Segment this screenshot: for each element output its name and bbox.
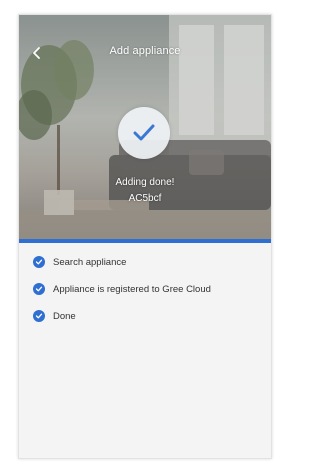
- step-label: Appliance is registered to Gree Cloud: [53, 283, 211, 295]
- device-name: AC5bcf: [128, 193, 162, 204]
- page-title: Add appliance: [109, 45, 181, 57]
- hero-banner: Add appliance Adding done! AC5bcf: [19, 15, 271, 243]
- check-dot-icon: [33, 256, 45, 268]
- chevron-left-icon: [33, 47, 40, 59]
- check-dot-icon: [33, 310, 45, 322]
- step-item-done: Done: [19, 309, 271, 323]
- step-label: Search appliance: [53, 256, 127, 268]
- checkmark-icon: [133, 124, 155, 141]
- step-item-registered: Appliance is registered to Gree Cloud: [19, 282, 271, 296]
- status-message: Adding done! AC5bcf: [19, 175, 271, 207]
- app-screen: Add appliance Adding done! AC5bcf Search…: [18, 14, 272, 459]
- success-badge: [118, 107, 170, 159]
- step-list: Search appliance Appliance is registered…: [19, 255, 271, 336]
- status-title: Adding done!: [115, 177, 175, 188]
- check-dot-icon: [33, 283, 45, 295]
- progress-bar: [19, 239, 271, 243]
- step-item-search-appliance: Search appliance: [19, 255, 271, 269]
- back-button[interactable]: [25, 41, 49, 65]
- progress-fill: [19, 239, 271, 243]
- step-label: Done: [53, 310, 76, 322]
